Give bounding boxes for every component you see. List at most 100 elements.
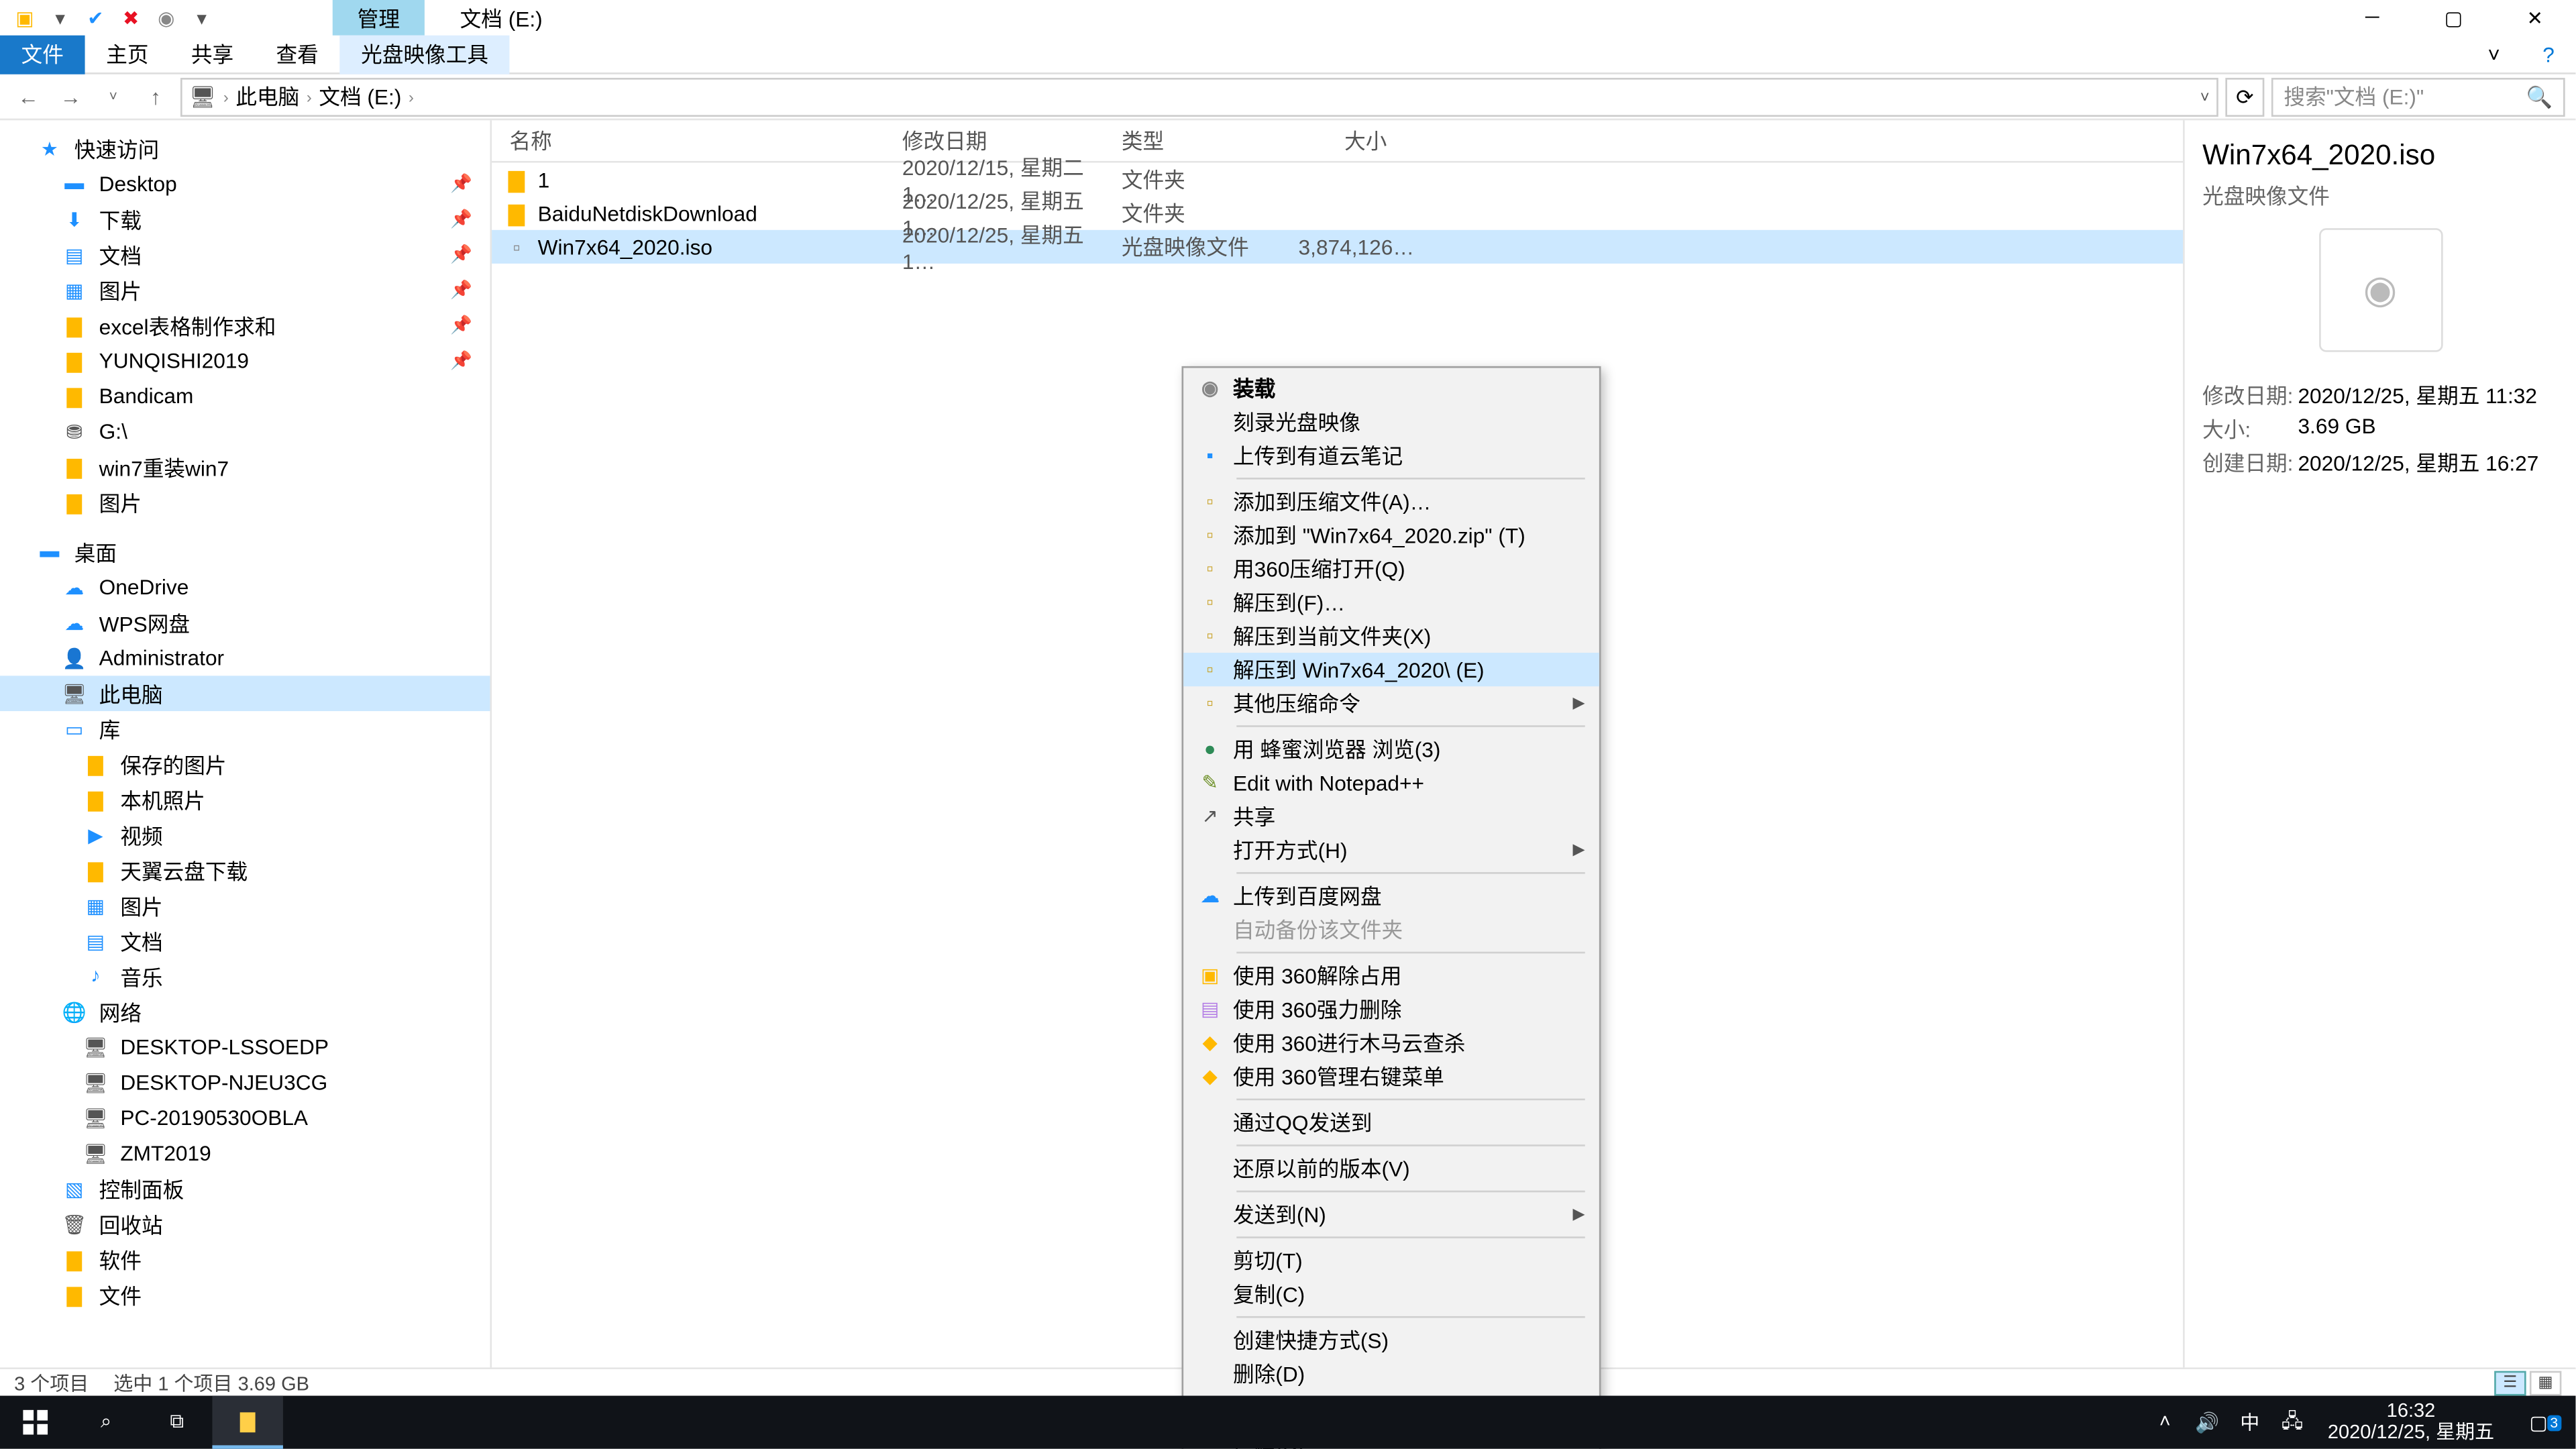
ribbon-tab-disc-tools[interactable]: 光盘映像工具: [339, 34, 509, 73]
menu-item[interactable]: ▤使用 360强力删除: [1183, 992, 1599, 1026]
tree-item[interactable]: ▇图片: [0, 485, 490, 521]
tree-item[interactable]: ★快速访问: [0, 131, 490, 166]
tree-item[interactable]: ▇Bandicam: [0, 378, 490, 414]
network-icon[interactable]: 🖧: [2271, 1405, 2313, 1439]
qat-dropdown-icon[interactable]: ▾: [188, 3, 216, 32]
tree-item[interactable]: ▶视频: [0, 817, 490, 853]
menu-item[interactable]: ◉装载: [1183, 372, 1599, 405]
tree-item[interactable]: ☁WPS网盘: [0, 605, 490, 641]
tray-up-icon[interactable]: ˄: [2144, 1411, 2186, 1433]
ribbon-tab-share[interactable]: 共享: [170, 34, 255, 73]
menu-item[interactable]: ◆使用 360管理右键菜单: [1183, 1060, 1599, 1093]
menu-item[interactable]: ▫解压到(F)…: [1183, 586, 1599, 619]
taskbar-clock[interactable]: 16:32 2020/12/25, 星期五: [2314, 1401, 2509, 1444]
close-red-icon[interactable]: ✖: [117, 3, 145, 32]
action-center-button[interactable]: ▢ 3: [2508, 1411, 2569, 1434]
tree-item[interactable]: ▬Desktop📌: [0, 166, 490, 202]
menu-item[interactable]: ▫添加到 "Win7x64_2020.zip" (T): [1183, 519, 1599, 552]
menu-item[interactable]: ✎Edit with Notepad++: [1183, 766, 1599, 800]
menu-item[interactable]: ▪上传到有道云笔记: [1183, 439, 1599, 472]
breadcrumb-item[interactable]: 文档 (E:): [319, 81, 401, 111]
tree-item[interactable]: 🌐网络: [0, 994, 490, 1030]
refresh-button[interactable]: ⟳: [2225, 77, 2264, 116]
column-size[interactable]: 大小: [1281, 120, 1405, 161]
menu-item[interactable]: 刻录光盘映像: [1183, 405, 1599, 439]
menu-item[interactable]: ▫添加到压缩文件(A)…: [1183, 485, 1599, 519]
breadcrumb-item[interactable]: 此电脑: [235, 81, 299, 111]
menu-item[interactable]: ↗共享: [1183, 800, 1599, 833]
search-input[interactable]: 搜索"文档 (E:)" 🔍: [2271, 77, 2565, 116]
tree-item[interactable]: ▦图片📌: [0, 272, 490, 308]
ribbon-tab-home[interactable]: 主页: [85, 34, 170, 73]
tree-item[interactable]: 🖥此电脑: [0, 676, 490, 711]
tree-item[interactable]: 🗑回收站: [0, 1206, 490, 1242]
nav-history-button[interactable]: ˅: [95, 78, 131, 114]
help-button[interactable]: ?: [2522, 34, 2576, 73]
column-name[interactable]: 名称: [492, 120, 884, 161]
menu-item[interactable]: ▫其他压缩命令▶: [1183, 686, 1599, 720]
tree-item[interactable]: 🖥DESKTOP-NJEU3CG: [0, 1065, 490, 1100]
file-row[interactable]: ▇BaiduNetdiskDownload2020/12/25, 星期五 1…文…: [492, 197, 2183, 230]
menu-item[interactable]: ▣使用 360解除占用: [1183, 959, 1599, 992]
tree-item[interactable]: ▭库: [0, 711, 490, 747]
menu-item[interactable]: ▫解压到 Win7x64_2020\ (E): [1183, 653, 1599, 686]
menu-item[interactable]: 通过QQ发送到: [1183, 1106, 1599, 1139]
tree-item[interactable]: ▇本机照片: [0, 782, 490, 818]
tree-item[interactable]: ☁OneDrive: [0, 570, 490, 605]
task-view-button[interactable]: ⧉: [142, 1396, 212, 1449]
tree-item[interactable]: 👤Administrator: [0, 641, 490, 676]
view-icons-button[interactable]: ▦: [2530, 1370, 2561, 1395]
menu-item[interactable]: ▫用360压缩打开(Q): [1183, 552, 1599, 586]
chevron-right-icon[interactable]: ›: [409, 88, 414, 105]
column-type[interactable]: 类型: [1104, 120, 1281, 161]
menu-item[interactable]: ☁上传到百度网盘: [1183, 879, 1599, 913]
tree-item[interactable]: ▇保存的图片: [0, 747, 490, 782]
tree-item[interactable]: ▤文档📌: [0, 237, 490, 272]
minimize-button[interactable]: ─: [2332, 0, 2413, 36]
chevron-right-icon[interactable]: ›: [223, 88, 229, 105]
breadcrumb-dropdown-icon[interactable]: ˅: [2200, 88, 2210, 105]
nav-forward-button[interactable]: →: [53, 78, 89, 114]
search-button[interactable]: ⌕: [70, 1396, 141, 1449]
tree-item[interactable]: ▇软件: [0, 1242, 490, 1277]
volume-icon[interactable]: 🔊: [2186, 1411, 2229, 1434]
start-button[interactable]: [0, 1396, 70, 1449]
close-button[interactable]: ✕: [2494, 0, 2575, 36]
dropdown-icon[interactable]: ▾: [46, 3, 74, 32]
tree-item[interactable]: ▇天翼云盘下载: [0, 853, 490, 888]
tree-item[interactable]: ⛃G:\: [0, 414, 490, 449]
tree-item[interactable]: 🖥ZMT2019: [0, 1136, 490, 1171]
disc-small-icon[interactable]: ◉: [152, 3, 180, 32]
search-icon[interactable]: 🔍: [2526, 84, 2553, 109]
menu-item[interactable]: 还原以前的版本(V): [1183, 1152, 1599, 1185]
menu-item[interactable]: 复制(C): [1183, 1277, 1599, 1311]
menu-item[interactable]: 打开方式(H)▶: [1183, 833, 1599, 867]
tree-item[interactable]: ▬桌面: [0, 534, 490, 570]
taskbar-explorer[interactable]: ▇: [212, 1396, 282, 1449]
breadcrumb[interactable]: 🖥 › 此电脑 › 文档 (E:) › ˅: [180, 77, 2218, 116]
menu-item[interactable]: ●用 蜂蜜浏览器 浏览(3): [1183, 733, 1599, 766]
tree-item[interactable]: ♪音乐: [0, 959, 490, 994]
file-row[interactable]: ▫Win7x64_2020.iso2020/12/25, 星期五 1…光盘映像文…: [492, 230, 2183, 264]
tree-item[interactable]: ▇文件: [0, 1277, 490, 1313]
nav-up-button[interactable]: ↑: [138, 78, 174, 114]
tree-item[interactable]: ▇win7重装win7: [0, 449, 490, 485]
tree-item[interactable]: 🖥PC-20190530OBLA: [0, 1100, 490, 1136]
tree-item[interactable]: ⬇下载📌: [0, 202, 490, 237]
tree-item[interactable]: ▇excel表格制作求和📌: [0, 308, 490, 343]
menu-item[interactable]: 删除(D): [1183, 1357, 1599, 1391]
ribbon-tab-file[interactable]: 文件: [0, 34, 85, 73]
chevron-right-icon[interactable]: ›: [307, 88, 312, 105]
check-icon[interactable]: ✔: [81, 3, 109, 32]
ime-indicator[interactable]: 中: [2229, 1408, 2271, 1436]
menu-item[interactable]: ◆使用 360进行木马云查杀: [1183, 1026, 1599, 1059]
menu-item[interactable]: 发送到(N)▶: [1183, 1197, 1599, 1231]
menu-item[interactable]: 剪切(T): [1183, 1244, 1599, 1277]
tree-item[interactable]: ▇YUNQISHI2019📌: [0, 343, 490, 379]
nav-back-button[interactable]: ←: [11, 78, 46, 114]
view-details-button[interactable]: ☰: [2494, 1370, 2526, 1395]
tree-item[interactable]: ▦图片: [0, 888, 490, 924]
maximize-button[interactable]: ▢: [2413, 0, 2494, 36]
tree-item[interactable]: ▤文档: [0, 924, 490, 959]
tree-item[interactable]: ▧控制面板: [0, 1171, 490, 1207]
